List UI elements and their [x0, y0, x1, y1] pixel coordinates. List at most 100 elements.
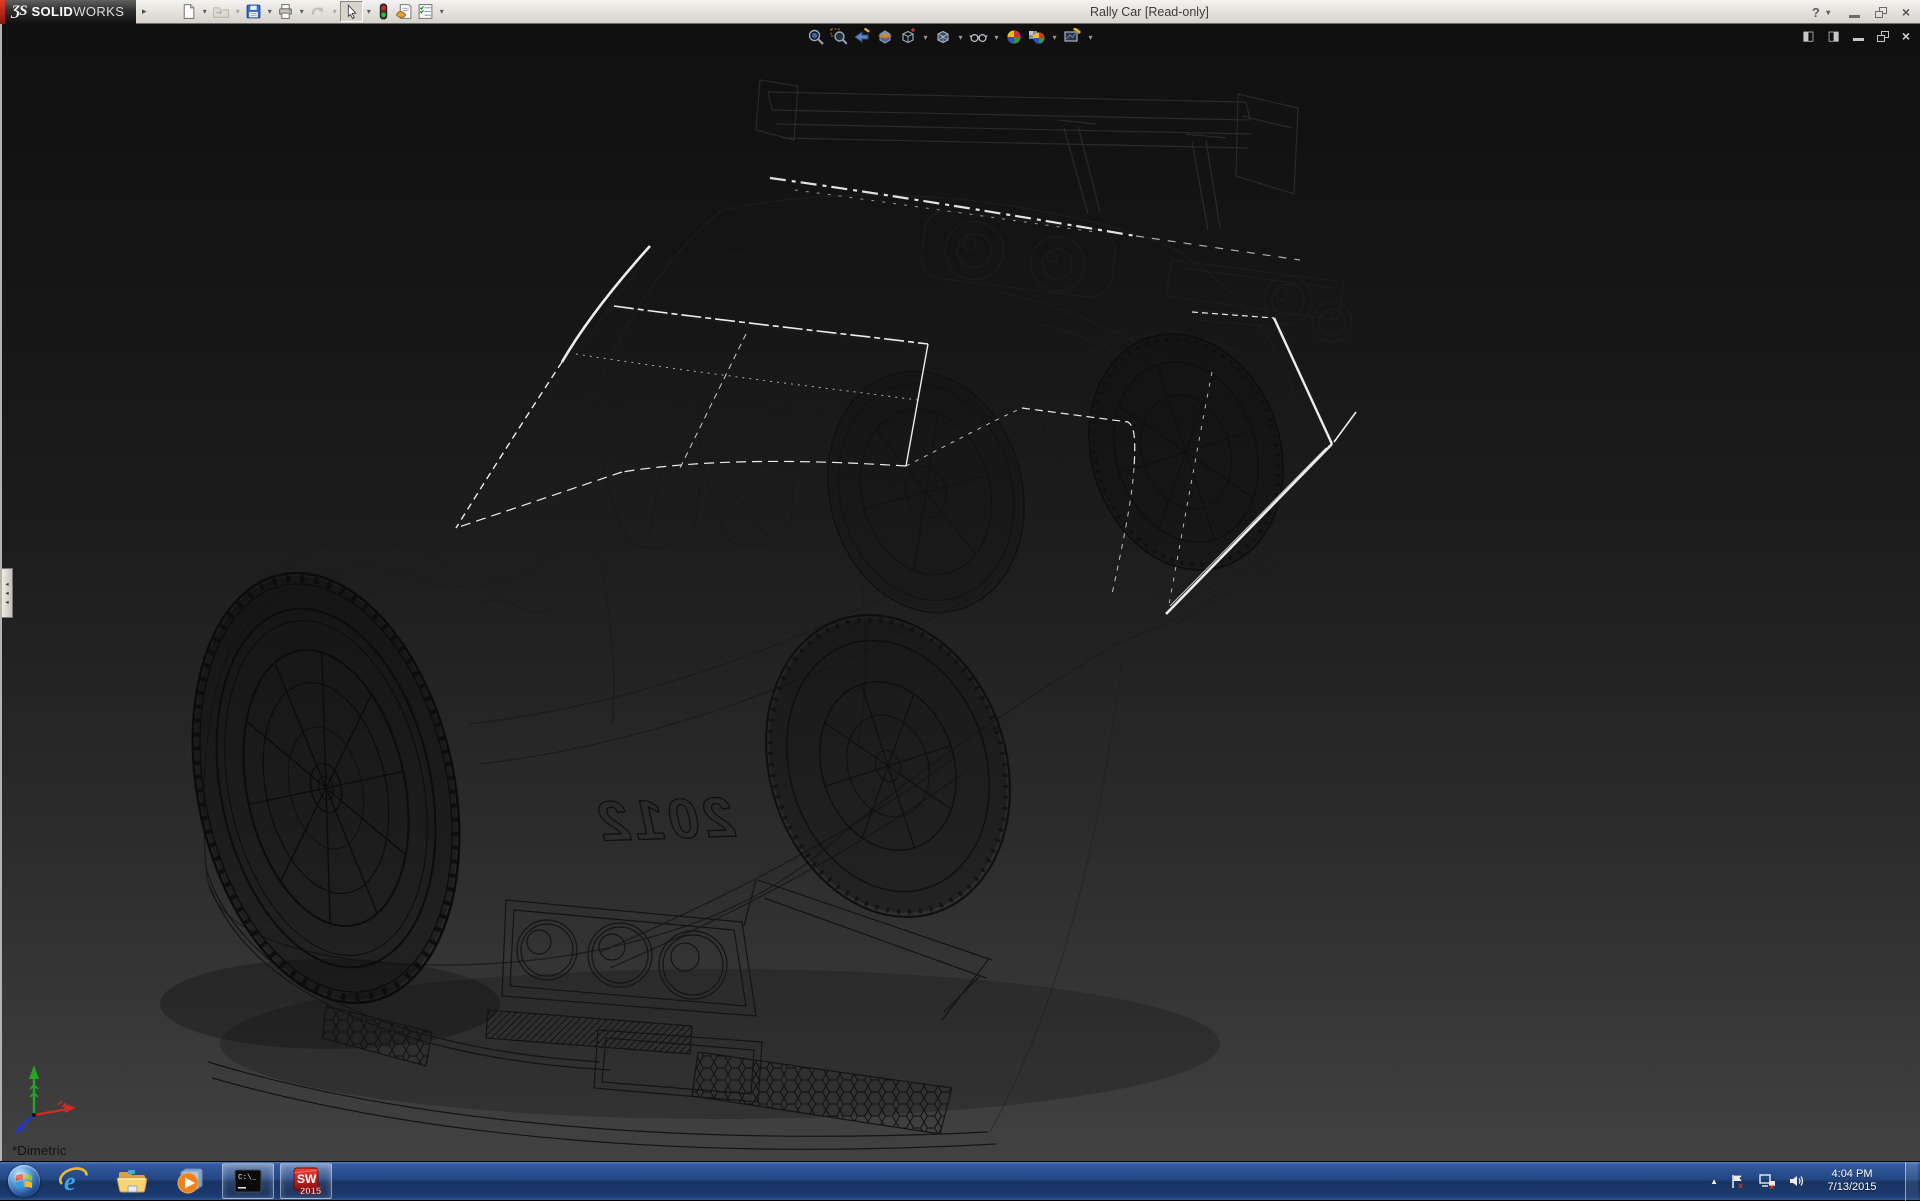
tray-clock[interactable]: 4:04 PM 7/13/2015	[1817, 1168, 1887, 1195]
svg-text:×: ×	[1769, 1182, 1774, 1190]
view-settings-button[interactable]	[1062, 27, 1083, 47]
undo-icon	[309, 3, 327, 20]
reference-triad	[10, 1057, 80, 1137]
windows-taskbar: e C:\_ S	[0, 1161, 1920, 1200]
solidworks-2015-icon: SW 2015	[291, 1166, 321, 1196]
new-document-icon	[180, 3, 197, 20]
brand-text-bold: SOLID	[31, 4, 73, 19]
taskbar-item-command-prompt[interactable]: C:\_	[222, 1163, 274, 1199]
pane-right-toggle[interactable]: ◨	[1828, 29, 1840, 43]
internet-explorer-icon: e	[59, 1166, 89, 1196]
wheel-rear-right	[1060, 309, 1313, 595]
tray-expand-button[interactable]: ▲	[1710, 1177, 1718, 1186]
document-restore-button[interactable]	[1877, 31, 1889, 42]
view-orientation-dropdown[interactable]: ▾	[921, 33, 930, 42]
brand-text-light: WORKS	[73, 4, 124, 19]
zoom-to-fit-icon	[807, 28, 825, 46]
view-orientation-button[interactable]	[898, 27, 918, 47]
hide-show-items-dropdown[interactable]: ▾	[992, 33, 1001, 42]
triad-x-axis	[34, 1101, 76, 1115]
graphics-area[interactable]: 2012	[0, 24, 1920, 1161]
solidworks-icon-sw-text: SW	[297, 1172, 317, 1186]
hood-model-text: 2012	[588, 785, 741, 852]
save-button[interactable]	[243, 1, 264, 23]
open-button[interactable]	[210, 1, 232, 23]
section-view-icon	[876, 28, 894, 46]
apply-scene-button[interactable]	[1027, 27, 1047, 47]
svg-text:×: ×	[1738, 1181, 1743, 1190]
hide-show-items-icon	[969, 28, 988, 46]
volume-icon[interactable]	[1788, 1173, 1806, 1189]
show-desktop-button[interactable]	[1905, 1162, 1918, 1201]
view-settings-icon	[1063, 28, 1082, 46]
windows-flag-icon	[14, 1171, 34, 1191]
undo-button[interactable]	[307, 1, 329, 23]
command-prompt-icon: C:\_	[234, 1169, 262, 1193]
wheel-rear-left	[802, 349, 1051, 634]
feature-panel-collapse-tab[interactable]: ◂ ◂ ◂	[2, 568, 13, 618]
windows-media-player-icon	[175, 1166, 205, 1196]
new-document-dropdown[interactable]: ▾	[199, 7, 210, 16]
system-tray: ▲ × × 4:04 PM 7/13/2015	[1710, 1162, 1920, 1201]
restore-button[interactable]	[1875, 7, 1887, 18]
document-minimize-button[interactable]	[1853, 38, 1864, 41]
undo-dropdown[interactable]: ▾	[329, 7, 340, 16]
previous-view-button[interactable]	[852, 27, 872, 47]
zoom-to-area-icon	[830, 28, 848, 46]
file-properties-icon	[395, 3, 413, 20]
view-settings-dropdown[interactable]: ▾	[1086, 33, 1095, 42]
options-button[interactable]	[415, 1, 436, 23]
network-disconnected-icon[interactable]: ×	[1758, 1173, 1777, 1190]
options-dropdown[interactable]: ▾	[436, 7, 447, 16]
close-button[interactable]: ×	[1902, 0, 1910, 24]
select-button[interactable]	[340, 1, 363, 22]
wheel-front-left	[155, 548, 496, 1028]
window-controls: ?▾ ×	[1812, 0, 1910, 24]
tray-date: 7/13/2015	[1817, 1181, 1887, 1195]
help-dropdown[interactable]: ▾	[1823, 8, 1834, 17]
print-dropdown[interactable]: ▾	[296, 7, 307, 16]
taskbar-item-file-explorer[interactable]	[106, 1163, 158, 1199]
menu-expand-button[interactable]: ▸	[136, 6, 152, 17]
zoom-to-fit-button[interactable]	[806, 27, 826, 47]
tray-time: 4:04 PM	[1817, 1168, 1887, 1182]
section-view-button[interactable]	[875, 27, 895, 47]
wheel-front-right	[728, 583, 1048, 949]
document-close-button[interactable]: ×	[1902, 29, 1910, 43]
taskbar-item-solidworks-2015[interactable]: SW 2015	[280, 1163, 332, 1199]
taskbar-item-windows-media-player[interactable]	[164, 1163, 216, 1199]
taskbar-item-internet-explorer[interactable]: e	[48, 1163, 100, 1199]
hide-show-items-button[interactable]	[968, 27, 989, 47]
zoom-to-area-button[interactable]	[829, 27, 849, 47]
select-dropdown[interactable]: ▾	[363, 7, 374, 16]
save-dropdown[interactable]: ▾	[264, 7, 275, 16]
print-button[interactable]	[275, 1, 296, 23]
file-properties-button[interactable]	[393, 1, 415, 23]
open-dropdown[interactable]: ▾	[232, 7, 243, 16]
minimize-button[interactable]	[1849, 15, 1860, 18]
solidworks-icon-year-text: 2015	[300, 1186, 321, 1196]
car-wireframe-model: 2012	[0, 24, 1920, 1161]
new-document-button[interactable]	[178, 1, 199, 23]
rebuild-button[interactable]	[374, 1, 393, 23]
options-checklist-icon	[417, 3, 434, 20]
edit-appearance-button[interactable]	[1004, 27, 1024, 47]
view-orientation-label: *Dimetric	[12, 1143, 67, 1158]
print-icon	[277, 3, 294, 20]
action-center-icon[interactable]: ×	[1729, 1173, 1747, 1190]
display-style-dropdown[interactable]: ▾	[956, 33, 965, 42]
triad-y-axis	[29, 1065, 39, 1115]
help-button[interactable]: ?▾	[1812, 5, 1834, 20]
pane-left-toggle[interactable]: ◧	[1802, 29, 1814, 43]
main-toolbar: ▾ ▾ ▾ ▾ ▾ ▾ ▾	[178, 1, 447, 23]
window-title: Rally Car [Read-only]	[1090, 0, 1209, 24]
display-style-icon	[934, 28, 952, 46]
select-cursor-icon	[343, 3, 360, 20]
rebuild-traffic-light-icon	[376, 3, 391, 20]
save-icon	[245, 3, 262, 20]
start-button[interactable]	[3, 1162, 45, 1201]
display-style-button[interactable]	[933, 27, 953, 47]
rear-wing	[756, 80, 1298, 230]
file-explorer-icon	[116, 1167, 148, 1195]
apply-scene-dropdown[interactable]: ▾	[1050, 33, 1059, 42]
